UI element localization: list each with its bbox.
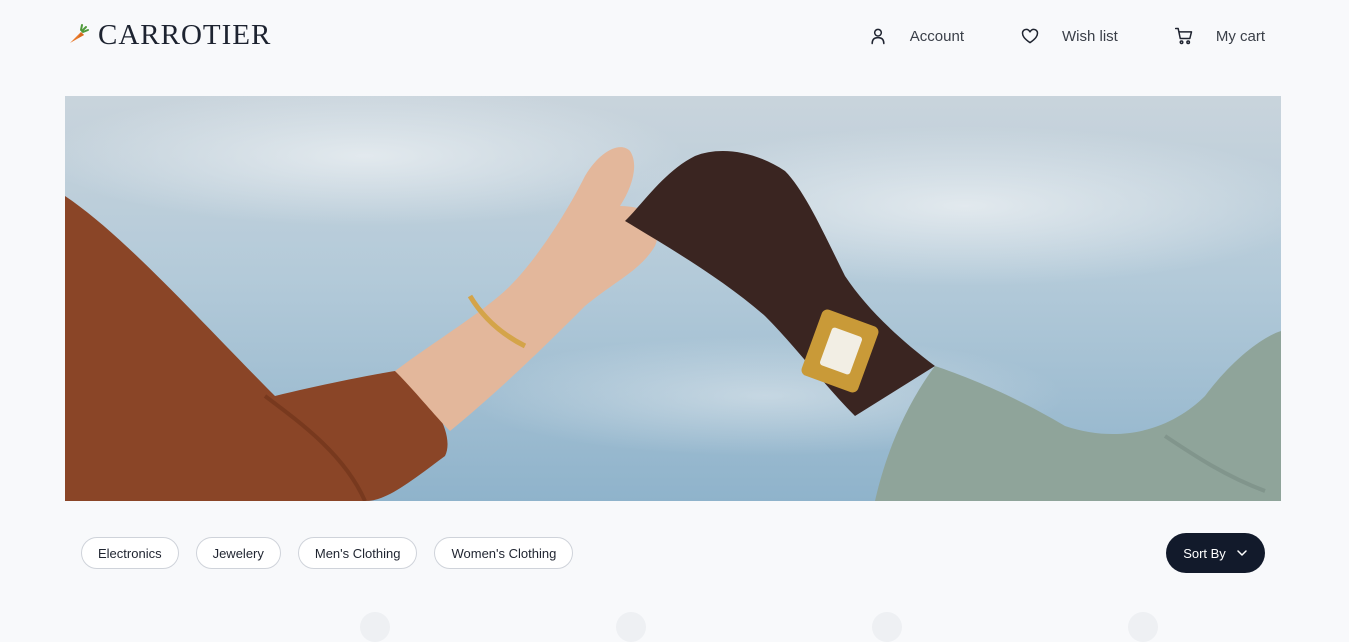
account-label: Account: [909, 27, 964, 45]
top-nav: Account Wish list My cart: [868, 22, 1265, 50]
category-chip-womens-clothing[interactable]: Women's Clothing: [434, 537, 574, 569]
brand-name: CARROTIER: [98, 18, 272, 51]
sort-by-label: Sort By: [1183, 545, 1226, 561]
product-card-peek: [360, 612, 390, 642]
category-filters: Electronics Jewelery Men's Clothing Wome…: [81, 537, 574, 569]
site-header: CARROTIER Account Wish list My cart: [0, 0, 1349, 72]
cart-icon: [1174, 27, 1193, 45]
account-link[interactable]: Account: [868, 26, 964, 46]
category-chip-electronics[interactable]: Electronics: [81, 537, 179, 569]
hero-banner-image: [65, 96, 1281, 501]
hero-illustration: [65, 96, 1281, 501]
product-card-peek: [616, 612, 646, 642]
product-card-peek: [1128, 612, 1158, 642]
wishlist-label: Wish list: [1061, 27, 1118, 45]
category-chip-jewelery[interactable]: Jewelery: [195, 537, 281, 569]
product-card-peek: [872, 612, 902, 642]
wishlist-link[interactable]: Wish list: [1020, 26, 1118, 46]
cart-link[interactable]: My cart: [1174, 26, 1265, 46]
cart-label: My cart: [1215, 27, 1265, 45]
brand-logo[interactable]: CARROTIER: [66, 18, 271, 52]
category-chip-mens-clothing[interactable]: Men's Clothing: [297, 537, 418, 569]
user-icon: [871, 28, 885, 45]
heart-icon: [1021, 28, 1039, 44]
carrot-icon: [70, 24, 89, 43]
chevron-down-icon: [1237, 550, 1247, 556]
sort-by-button[interactable]: Sort By: [1166, 533, 1265, 573]
